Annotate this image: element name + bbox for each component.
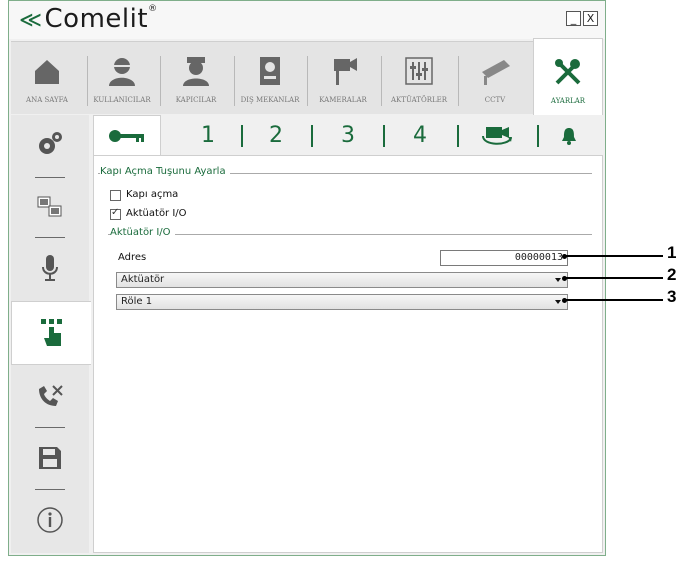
chevron-down-icon	[555, 300, 561, 304]
sidebar-item-general[interactable]	[11, 115, 89, 173]
group-title: Kapı Açma Tuşunu Ayarla	[100, 166, 230, 177]
close-button[interactable]: X	[583, 11, 598, 26]
subgroup-title: Aktüatör I/O	[110, 227, 175, 238]
nav-item-users[interactable]: KULLANICILAR	[89, 42, 155, 114]
tab-2[interactable]: 2	[261, 121, 291, 151]
chevron-down-icon	[555, 278, 561, 282]
nav-item-cctv[interactable]: CCTV	[460, 42, 530, 114]
comelit-logo: ≪Comelit®	[19, 4, 158, 34]
minimize-button[interactable]: _	[566, 11, 581, 26]
relay-select[interactable]: Röle 1	[116, 294, 568, 310]
nav-item-home[interactable]: ANA SAYFA	[11, 42, 83, 114]
user-icon	[109, 58, 135, 86]
save-icon	[39, 447, 61, 469]
tab-key[interactable]	[93, 115, 161, 156]
nav-label: ANA SAYFA	[26, 96, 68, 104]
app-window: ≪Comelit® _ X ANA SAYFA KULLANICILAR KAP…	[8, 0, 606, 556]
nav-item-cameras[interactable]: KAMERALAR	[309, 42, 377, 114]
nav-label: AKTÜATÖRLER	[390, 96, 448, 104]
actuator-io-label: Aktüatör I/O	[126, 208, 187, 219]
gears-icon	[39, 132, 62, 154]
touch-button-icon	[40, 319, 62, 346]
tab-1[interactable]: 1	[193, 121, 223, 151]
sidebar-item-audio[interactable]	[11, 239, 89, 297]
title-bar: ≪Comelit® _ X	[9, 1, 605, 39]
callout-line	[565, 299, 663, 301]
nav-item-doormen[interactable]: KAPICILAR	[162, 42, 230, 114]
nav-label: KAPICILAR	[175, 96, 217, 104]
home-icon	[35, 60, 59, 84]
nav-label: KULLANICILAR	[93, 96, 151, 104]
callout-line	[565, 277, 663, 279]
address-label: Adres	[118, 252, 147, 263]
top-nav: ANA SAYFA KULLANICILAR KAPICILAR DIŞ MEK…	[11, 38, 603, 115]
sidebar-item-call-divert[interactable]	[11, 367, 89, 425]
nav-label: AYARLAR	[550, 97, 586, 105]
settings-tabs: 1 2 3 4	[93, 115, 603, 156]
door-open-checkbox[interactable]	[110, 190, 121, 201]
tab-bell[interactable]	[549, 121, 589, 151]
callout-line	[565, 255, 663, 257]
network-icon	[37, 196, 62, 217]
tab-camera-cycle[interactable]	[469, 121, 525, 151]
tab-4[interactable]: 4	[405, 121, 435, 151]
actuator-io-checkbox[interactable]	[110, 207, 121, 220]
doorman-icon	[183, 57, 209, 86]
camera-cycle-icon	[482, 127, 512, 145]
nav-label: KAMERALAR	[319, 96, 367, 104]
sidebar-item-save[interactable]	[11, 429, 89, 487]
address-field[interactable]: 00000013	[440, 250, 568, 266]
callout-number-2: 2	[667, 265, 677, 284]
entrance-panel-icon	[260, 57, 280, 85]
sidebar	[11, 115, 91, 553]
content-panel: Kapı Açma Tuşunu Ayarla Kapı açma Aktüat…	[93, 155, 603, 553]
relay-select-value: Röle 1	[121, 296, 153, 307]
nav-label: CCTV	[484, 96, 506, 104]
nav-item-settings[interactable]: AYARLAR	[533, 38, 603, 115]
nav-item-actuators[interactable]: AKTÜATÖRLER	[383, 42, 455, 114]
info-icon	[37, 507, 63, 533]
tab-3[interactable]: 3	[333, 121, 363, 151]
call-divert-icon	[39, 385, 63, 406]
settings-tools-icon	[555, 59, 581, 85]
sidebar-item-info[interactable]	[11, 491, 89, 549]
bell-icon	[562, 128, 576, 145]
nav-label: DIŞ MEKANLAR	[240, 96, 300, 104]
actuator-select[interactable]: Aktüatör	[116, 272, 568, 288]
microphone-icon	[42, 255, 58, 281]
sidebar-item-buttons[interactable]	[11, 301, 91, 365]
actuator-select-value: Aktüatör	[121, 274, 165, 285]
key-icon	[109, 130, 144, 142]
cctv-icon	[482, 60, 510, 85]
camera-icon	[334, 58, 357, 85]
callout-number-1: 1	[667, 243, 677, 262]
door-open-label: Kapı açma	[126, 189, 179, 200]
sidebar-item-network[interactable]	[11, 179, 89, 237]
nav-item-outdoor[interactable]: DIŞ MEKANLAR	[236, 42, 304, 114]
callout-number-3: 3	[667, 287, 677, 306]
actuator-icon	[405, 57, 433, 85]
